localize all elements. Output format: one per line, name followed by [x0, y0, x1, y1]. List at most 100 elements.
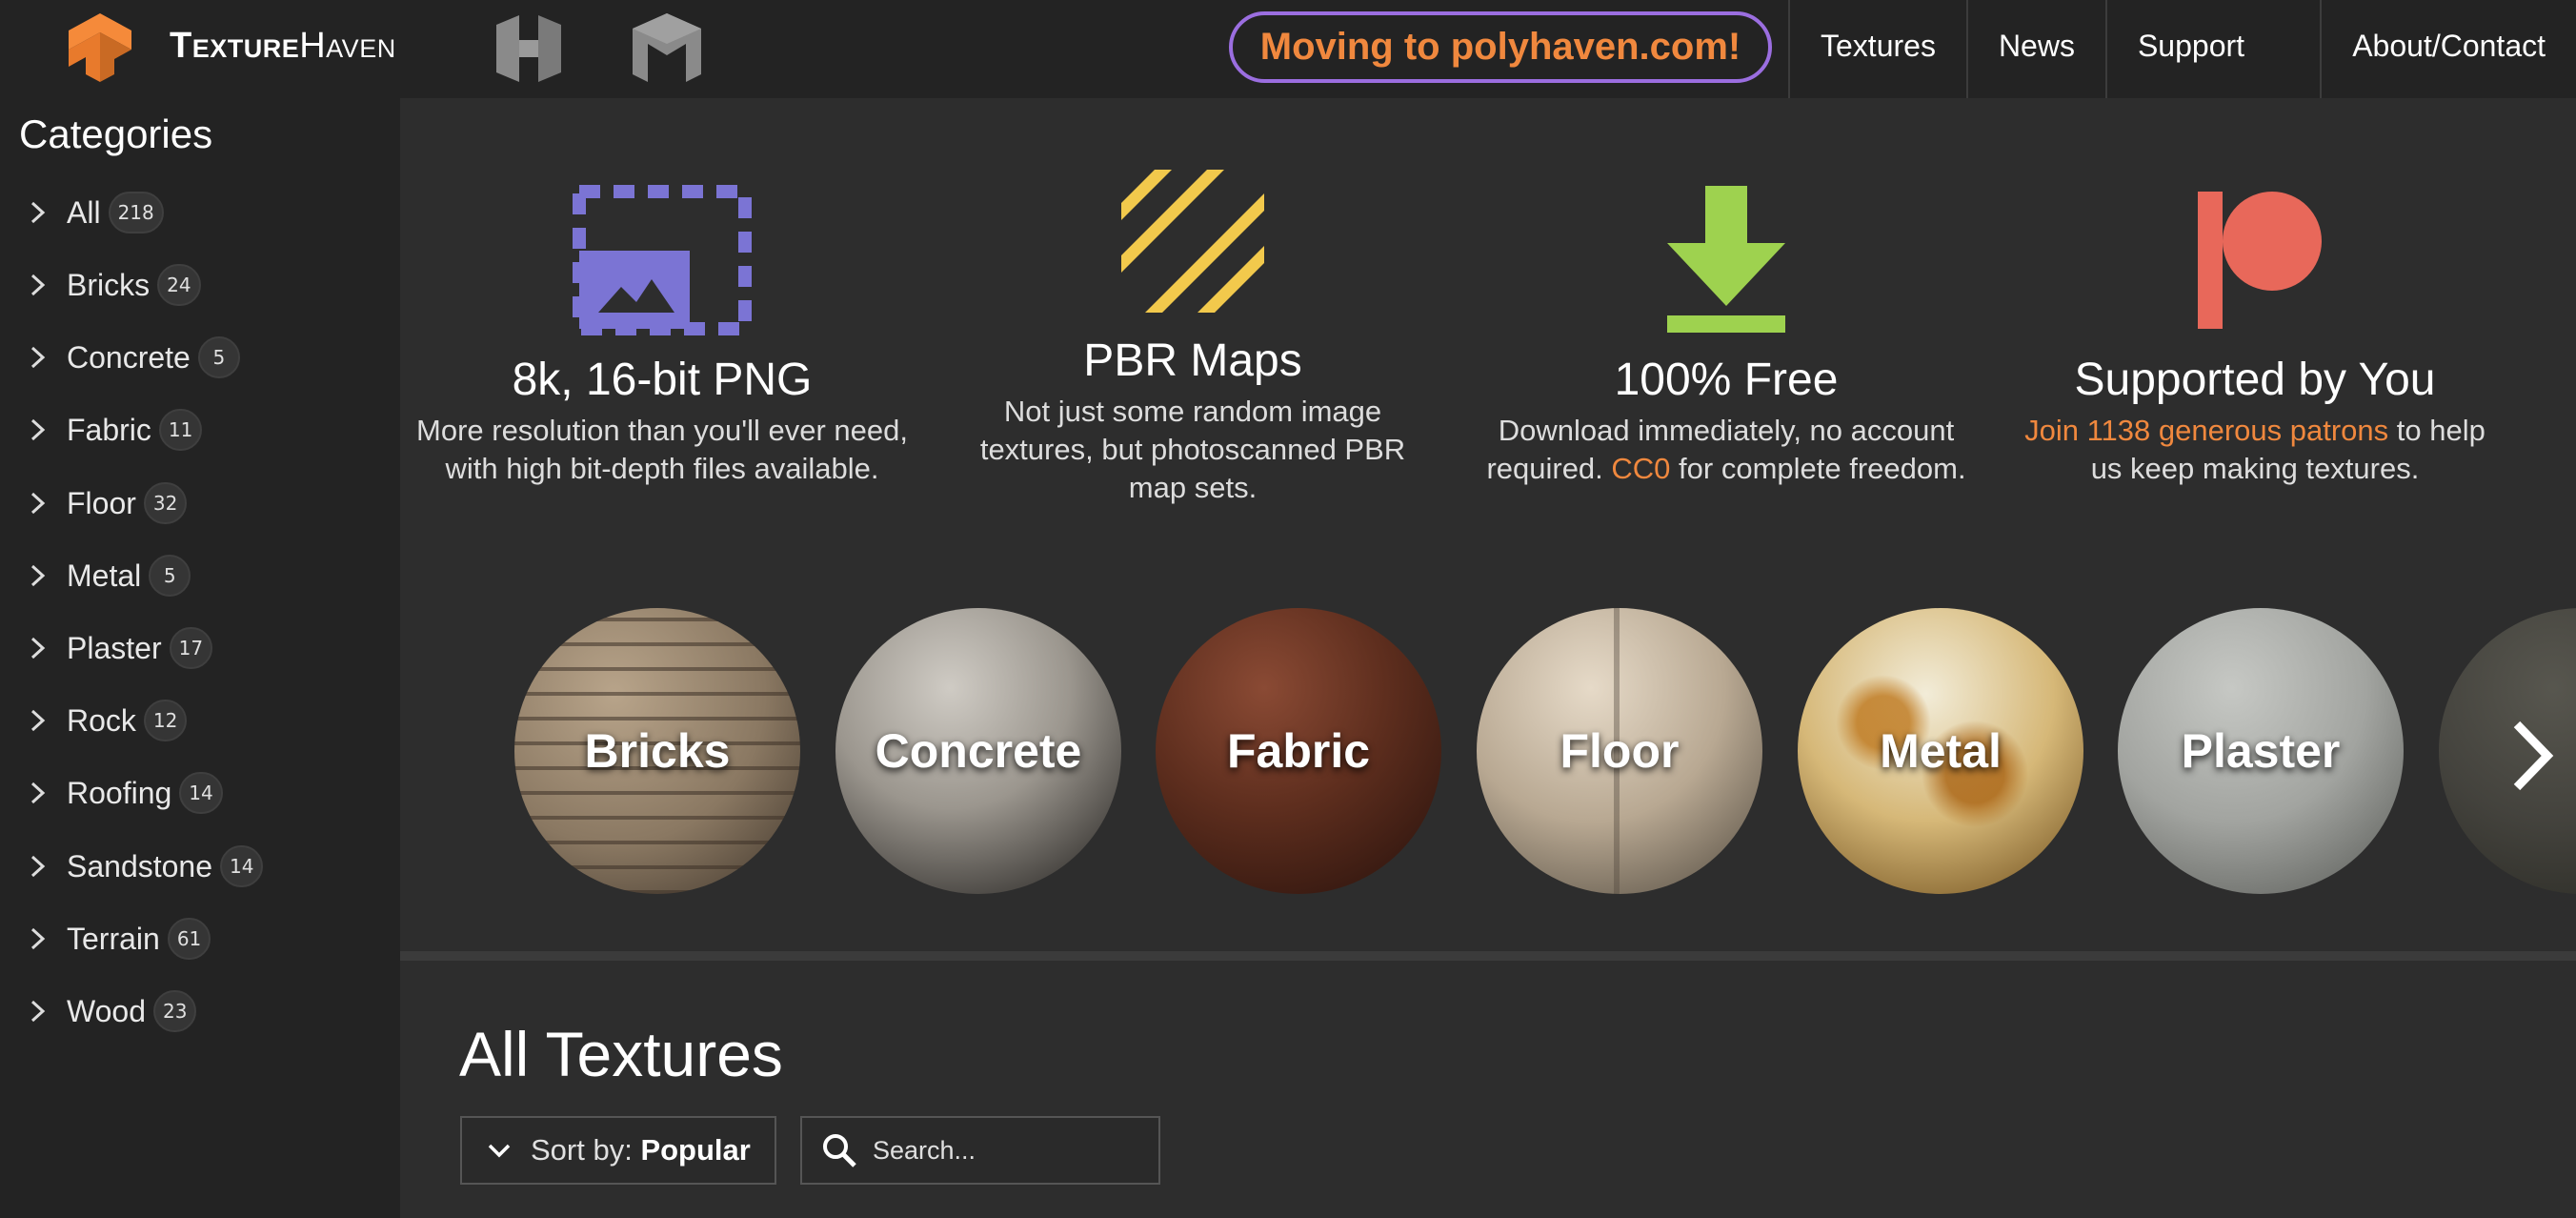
chevron-right-icon — [30, 709, 46, 732]
site-logo-text[interactable]: TextureHaven — [170, 21, 396, 71]
sphere-bricks[interactable]: Bricks — [514, 608, 800, 894]
striped-maps-icon — [1121, 170, 1264, 313]
logo-text-bold: Texture — [170, 26, 300, 66]
search-box[interactable] — [800, 1116, 1160, 1185]
feature-desc-line: required. CC0 for complete freedom. — [1469, 450, 1983, 488]
feature-description: Download immediately, no account require… — [1469, 412, 1983, 488]
chevron-right-icon — [30, 346, 46, 369]
sphere-plaster[interactable]: Plaster — [2118, 608, 2404, 894]
category-label: Terrain — [67, 921, 160, 956]
category-count-badge: 24 — [157, 264, 201, 306]
category-item-concrete[interactable]: Concrete 5 — [27, 329, 240, 386]
feature-description: More resolution than you'll ever need, w… — [405, 412, 919, 488]
category-count-badge: 23 — [153, 990, 197, 1032]
nav-about-contact[interactable]: About/Contact — [2320, 0, 2576, 98]
section-divider — [400, 951, 2576, 961]
category-item-all[interactable]: All 218 — [27, 184, 164, 241]
category-count-badge: 218 — [108, 192, 164, 233]
patreon-icon — [2198, 192, 2322, 329]
sphere-label: Metal — [1880, 724, 2002, 778]
3dmodelhaven-link-icon[interactable] — [629, 11, 705, 86]
sphere-fabric[interactable]: Fabric — [1156, 608, 1441, 894]
category-label: Rock — [67, 702, 136, 738]
hdrihaven-link-icon[interactable] — [491, 11, 567, 86]
sphere-label: Bricks — [584, 724, 731, 778]
main-nav: Textures News Support Us About/Contact — [1788, 0, 2576, 154]
feature-title: 100% Free — [1614, 355, 1839, 405]
category-carousel: Bricks Concrete Fabric Floor Metal Plast… — [400, 599, 2576, 918]
feature-desc-line: with high bit-depth files available. — [445, 452, 879, 485]
patrons-link[interactable]: Join 1138 generous patrons — [2024, 414, 2388, 447]
sphere-label: Plaster — [2181, 724, 2341, 778]
feature-desc-line: textures, but photoscanned PBR — [979, 433, 1406, 466]
search-input[interactable] — [873, 1135, 1149, 1166]
chevron-right-icon — [30, 855, 46, 878]
category-item-sandstone[interactable]: Sandstone 14 — [27, 838, 264, 895]
feature-title: PBR Maps — [1083, 335, 1302, 386]
category-label: Sandstone — [67, 848, 213, 883]
category-label: Wood — [67, 993, 147, 1028]
feature-description: Join 1138 generous patrons to help us ke… — [1998, 412, 2512, 488]
feature-desc-text: for complete freedom. — [1670, 452, 1966, 485]
category-item-wood[interactable]: Wood 23 — [27, 983, 197, 1040]
chevron-right-icon — [30, 1000, 46, 1023]
category-item-plaster[interactable]: Plaster 17 — [27, 619, 213, 677]
category-count-badge: 32 — [143, 482, 188, 524]
feature-desc-text: required. — [1486, 452, 1612, 485]
category-label: Bricks — [67, 267, 151, 302]
chevron-right-icon — [30, 782, 46, 804]
top-header: TextureHaven Moving to polyhaven.com! Te… — [0, 0, 2576, 154]
sort-dropdown[interactable]: Sort by: Popular — [460, 1116, 776, 1185]
main-content: 8k, 16-bit PNG More resolution than you'… — [400, 98, 2576, 1218]
sort-prefix: Sort by: — [531, 1133, 641, 1167]
category-label: Metal — [67, 558, 142, 593]
category-label: Fabric — [67, 412, 151, 447]
feature-desc-line: Join 1138 generous patrons to help — [1998, 412, 2512, 450]
texturehaven-logo-icon[interactable] — [67, 11, 133, 84]
sphere-label: Fabric — [1226, 724, 1371, 778]
category-count-badge: 11 — [158, 409, 203, 451]
category-count-badge: 5 — [197, 336, 240, 378]
category-count-badge: 12 — [143, 700, 188, 741]
category-item-bricks[interactable]: Bricks 24 — [27, 256, 201, 314]
category-label: All — [67, 194, 101, 230]
category-item-rock[interactable]: Rock 12 — [27, 692, 188, 749]
feature-desc-text: to help — [2388, 414, 2485, 447]
category-item-fabric[interactable]: Fabric 11 — [27, 401, 203, 458]
feature-free: 100% Free Download immediately, no accou… — [1469, 184, 1983, 488]
sphere-concrete[interactable]: Concrete — [835, 608, 1121, 894]
sphere-metal[interactable]: Metal — [1798, 608, 2083, 894]
feature-title: 8k, 16-bit PNG — [512, 355, 813, 405]
feature-supported: Supported by You Join 1138 generous patr… — [1998, 184, 2512, 488]
category-item-roofing[interactable]: Roofing 14 — [27, 764, 223, 822]
category-item-metal[interactable]: Metal 5 — [27, 547, 191, 604]
nav-textures[interactable]: Textures — [1788, 0, 1966, 98]
logo-text-light: Haven — [299, 26, 396, 66]
chevron-right-icon — [30, 927, 46, 950]
nav-support-us[interactable]: Support Us — [2104, 0, 2320, 154]
category-count-badge: 14 — [179, 772, 223, 814]
categories-sidebar: Categories All 218 Bricks 24 Concrete 5 … — [0, 98, 400, 1218]
feature-desc-line: us keep making textures. — [2090, 452, 2420, 485]
category-item-terrain[interactable]: Terrain 61 — [27, 910, 211, 967]
feature-desc-line: Not just some random image — [1003, 395, 1382, 428]
chevron-right-icon — [30, 492, 46, 515]
sort-label: Sort by: Popular — [531, 1133, 751, 1167]
feature-desc-line: More resolution than you'll ever need, — [416, 414, 908, 447]
chevron-right-icon — [30, 418, 46, 441]
feature-resolution: 8k, 16-bit PNG More resolution than you'… — [405, 184, 919, 488]
image-resolution-icon — [573, 185, 752, 335]
category-count-badge: 14 — [220, 845, 264, 887]
feature-title: Supported by You — [2074, 355, 2436, 405]
cc0-link[interactable]: CC0 — [1611, 452, 1670, 485]
sphere-floor[interactable]: Floor — [1477, 608, 1762, 894]
nav-news[interactable]: News — [1965, 0, 2105, 98]
chevron-down-icon — [488, 1144, 511, 1158]
category-count-badge: 5 — [149, 555, 191, 597]
category-label: Concrete — [67, 339, 191, 375]
category-count-badge: 61 — [167, 918, 211, 960]
carousel-next-arrow-icon[interactable] — [2506, 713, 2557, 799]
polyhaven-banner-button[interactable]: Moving to polyhaven.com! — [1229, 11, 1772, 83]
category-item-floor[interactable]: Floor 32 — [27, 475, 188, 532]
category-label: Plaster — [67, 630, 162, 665]
